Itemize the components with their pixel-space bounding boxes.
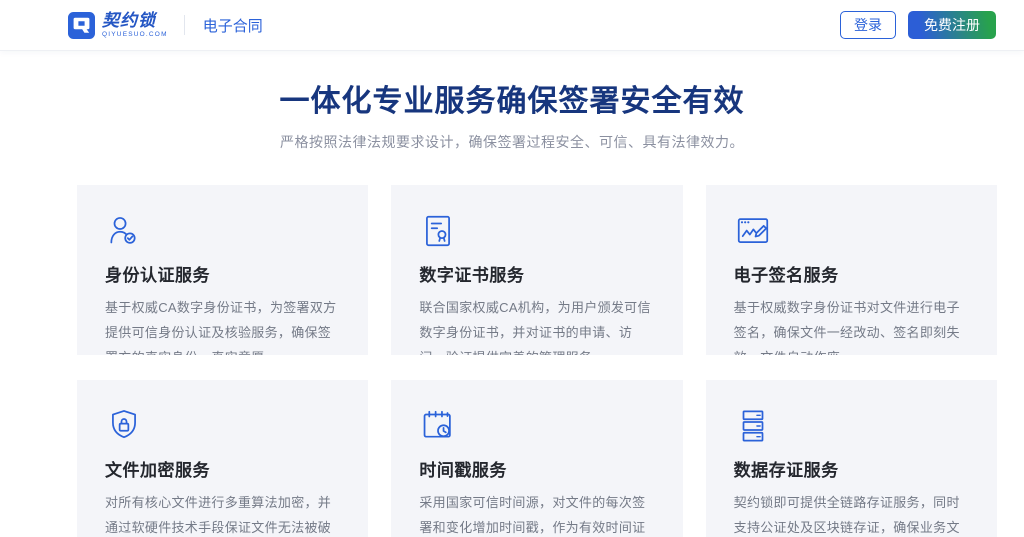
header-divider [184, 15, 185, 35]
qiyuesuo-logo-icon [68, 12, 95, 39]
services-grid: 身份认证服务 基于权威CA数字身份证书，为签署双方提供可信身份认证及核验服务，确… [77, 185, 997, 537]
service-card-title: 电子签名服务 [734, 261, 971, 286]
main-content: 一体化专业服务确保签署安全有效 严格按照法律法规要求设计，确保签署过程安全、可信… [0, 76, 1024, 537]
service-card-title: 时间戳服务 [419, 456, 656, 481]
brand-text: 契约锁 QIYUESUO.COM [102, 12, 168, 39]
register-button[interactable]: 免费注册 [908, 11, 996, 39]
service-card: 文件加密服务 对所有核心文件进行多重算法加密，并通过软硬件技术手段保证文件无法被… [77, 380, 368, 537]
service-card-desc: 契约锁即可提供全链路存证服务，同时支持公证处及区块链存证，确保业务文件可核验、过… [734, 490, 971, 537]
service-card-desc: 基于权威CA数字身份证书，为签署双方提供可信身份认证及核验服务，确保签署方的真实… [105, 295, 342, 355]
brand-domain: QIYUESUO.COM [102, 32, 168, 39]
certificate-icon [419, 212, 457, 250]
shield-lock-icon [105, 407, 143, 445]
service-card-desc: 采用国家可信时间源，对文件的每次签署和变化增加时间戳，作为有效时间证据证明文件在… [419, 490, 656, 537]
calendar-clock-icon [419, 407, 457, 445]
identity-check-icon [105, 212, 143, 250]
login-button[interactable]: 登录 [840, 11, 896, 39]
service-card-desc: 对所有核心文件进行多重算法加密，并通过软硬件技术手段保证文件无法被破解。 [105, 490, 342, 537]
database-stack-icon [734, 407, 772, 445]
service-card-desc: 联合国家权威CA机构，为用户颁发可信数字身份证书，并对证书的申请、访问、验证提供… [419, 295, 656, 355]
service-card-title: 数字证书服务 [419, 261, 656, 286]
brand-logo[interactable]: 契约锁 QIYUESUO.COM [68, 12, 168, 39]
service-card-title: 文件加密服务 [105, 456, 342, 481]
service-card: 身份认证服务 基于权威CA数字身份证书，为签署双方提供可信身份认证及核验服务，确… [77, 185, 368, 355]
brand-name: 契约锁 [102, 12, 168, 29]
signature-pen-icon [734, 212, 772, 250]
section-subtitle: 严格按照法律法规要求设计，确保签署过程安全、可信、具有法律效力。 [0, 132, 1024, 152]
service-card: 数字证书服务 联合国家权威CA机构，为用户颁发可信数字身份证书，并对证书的申请、… [391, 185, 682, 355]
service-card-title: 数据存证服务 [734, 456, 971, 481]
service-card: 电子签名服务 基于权威数字身份证书对文件进行电子签名，确保文件一经改动、签名即刻… [706, 185, 997, 355]
service-card: 数据存证服务 契约锁即可提供全链路存证服务，同时支持公证处及区块链存证，确保业务… [706, 380, 997, 537]
service-card-title: 身份认证服务 [105, 261, 342, 286]
nav-item-econtract[interactable]: 电子合同 [203, 15, 263, 36]
service-card-desc: 基于权威数字身份证书对文件进行电子签名，确保文件一经改动、签名即刻失效，文件自动… [734, 295, 971, 355]
section-title: 一体化专业服务确保签署安全有效 [0, 76, 1024, 120]
service-card: 时间戳服务 采用国家可信时间源，对文件的每次签署和变化增加时间戳，作为有效时间证… [391, 380, 682, 537]
top-navbar: 契约锁 QIYUESUO.COM 电子合同 登录 免费注册 [0, 0, 1024, 51]
